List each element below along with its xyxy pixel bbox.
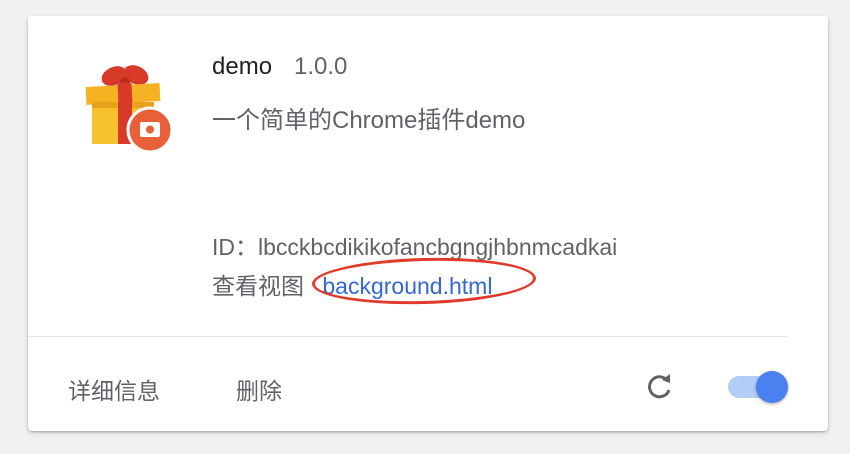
id-label: ID： (212, 234, 258, 260)
camera-badge-icon (126, 106, 174, 154)
extension-name: demo (212, 53, 273, 80)
gift-icon (85, 65, 174, 154)
reload-icon[interactable] (642, 370, 676, 404)
annotation-circle (311, 255, 537, 307)
extension-description: 一个简单的Chrome插件demo (212, 107, 526, 134)
details-button[interactable]: 详细信息 (68, 372, 160, 406)
remove-button[interactable]: 删除 (236, 372, 282, 406)
extension-id-row: ID：lbcckbcdikikofancbgngjhbnmcadkai (212, 228, 617, 262)
enable-toggle[interactable] (756, 371, 788, 403)
id-value: lbcckbcdikikofancbgngjhbnmcadkai (258, 234, 618, 260)
extension-card: demo 1.0.0 一个简单的Chrome插件demo ID：lbcckbcd… (28, 16, 828, 431)
extension-version: 1.0.0 (294, 53, 348, 80)
divider (28, 336, 788, 337)
inspect-views-label: 查看视图 (212, 273, 304, 299)
